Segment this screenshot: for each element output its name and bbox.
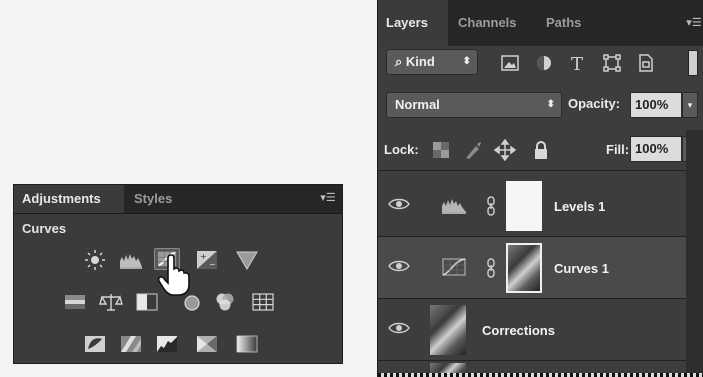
layer-mask-thumbnail[interactable] — [506, 181, 542, 231]
selective-color-icon[interactable] — [194, 333, 220, 355]
filter-kind-select[interactable]: ⌕ Kind ⬍ — [386, 49, 478, 75]
select-arrows-icon: ⬍ — [462, 56, 471, 67]
tab-layers[interactable]: Layers — [378, 0, 448, 46]
visibility-eye-icon[interactable] — [388, 258, 410, 274]
layer-row-corrections[interactable]: Corrections — [378, 299, 703, 361]
svg-text:T: T — [571, 54, 583, 75]
layer-name[interactable]: Curves 1 — [554, 261, 609, 276]
fill-field[interactable]: 100% — [630, 136, 682, 162]
scrollbar-track[interactable] — [686, 130, 703, 377]
tab-styles[interactable]: Styles — [126, 185, 196, 213]
blend-mode-label: Normal — [395, 97, 440, 112]
channel-mixer-icon[interactable] — [212, 291, 238, 313]
visibility-eye-icon[interactable] — [388, 196, 410, 212]
crop-edge-divider — [378, 373, 703, 377]
mask-link-icon[interactable] — [486, 195, 496, 217]
adjustment-heading: Curves — [22, 221, 67, 236]
shape-filter-icon[interactable] — [600, 51, 624, 75]
svg-text:+: + — [200, 252, 207, 261]
blend-opacity-row: Normal ⬍ Opacity: 100% ▾ — [378, 82, 703, 131]
filter-toggle-switch[interactable] — [688, 50, 698, 76]
opacity-field[interactable]: 100% — [630, 92, 682, 118]
lock-transparent-icon[interactable] — [430, 139, 452, 161]
adjustments-tab-bar: Adjustments Styles ▾☰ — [14, 185, 342, 214]
search-icon: ⌕ — [395, 54, 406, 69]
mask-link-icon[interactable] — [486, 257, 496, 279]
lock-fill-row: Lock: Fill: 100% ▾ — [378, 130, 703, 171]
type-filter-icon[interactable]: T — [566, 51, 590, 75]
lock-image-icon[interactable] — [462, 139, 484, 161]
visibility-eye-icon[interactable] — [388, 320, 410, 336]
select-arrows-icon: ⬍ — [546, 99, 555, 110]
levels-icon — [440, 195, 468, 215]
layer-name[interactable]: Corrections — [482, 323, 555, 338]
layer-row-curves-1[interactable]: Curves 1 — [378, 237, 703, 299]
layers-tab-bar: Layers Channels Paths ▾☰ — [378, 0, 703, 46]
layer-name[interactable]: Levels 1 — [554, 199, 605, 214]
exposure-icon[interactable]: + − — [194, 249, 220, 271]
tab-paths[interactable]: Paths — [538, 0, 598, 46]
color-balance-icon[interactable] — [98, 291, 124, 313]
pixel-filter-icon[interactable] — [498, 51, 522, 75]
layer-mask-thumbnail[interactable] — [506, 243, 542, 293]
filter-kind-label: Kind — [405, 54, 435, 69]
opacity-dropdown-arrow-icon[interactable]: ▾ — [682, 92, 698, 118]
tab-adjustments[interactable]: Adjustments — [14, 185, 124, 213]
gradient-map-icon[interactable] — [234, 333, 260, 355]
hue-saturation-icon[interactable] — [62, 291, 88, 313]
adjustment-filter-icon[interactable] — [532, 51, 556, 75]
levels-icon[interactable] — [118, 249, 144, 271]
layer-row-levels-1[interactable]: Levels 1 — [378, 175, 703, 237]
layers-panel: Layers Channels Paths ▾☰ ⌕ Kind ⬍ T Norm… — [377, 0, 703, 377]
lock-position-icon[interactable] — [494, 139, 516, 161]
curves-icon — [440, 257, 468, 277]
brightness-contrast-icon[interactable] — [82, 249, 108, 271]
smart-object-filter-icon[interactable] — [634, 51, 658, 75]
layer-thumbnail[interactable] — [430, 305, 466, 355]
threshold-icon[interactable] — [154, 333, 180, 355]
posterize-icon[interactable] — [118, 333, 144, 355]
opacity-label: Opacity: — [568, 96, 621, 111]
color-lookup-icon[interactable] — [250, 291, 276, 313]
layer-filter-row: ⌕ Kind ⬍ T — [378, 46, 703, 83]
invert-icon[interactable] — [82, 333, 108, 355]
mouse-pointer-icon — [157, 253, 191, 297]
panel-menu-icon[interactable]: ▾☰ — [320, 191, 336, 205]
tab-channels[interactable]: Channels — [450, 0, 534, 46]
panel-menu-icon[interactable]: ▾☰ — [686, 16, 702, 30]
fill-label: Fill: — [606, 142, 630, 157]
vibrance-icon[interactable] — [234, 249, 260, 271]
lock-all-icon[interactable] — [530, 139, 552, 161]
svg-text:−: − — [209, 260, 216, 269]
blend-mode-select[interactable]: Normal ⬍ — [386, 92, 562, 118]
lock-label: Lock: — [384, 142, 419, 157]
